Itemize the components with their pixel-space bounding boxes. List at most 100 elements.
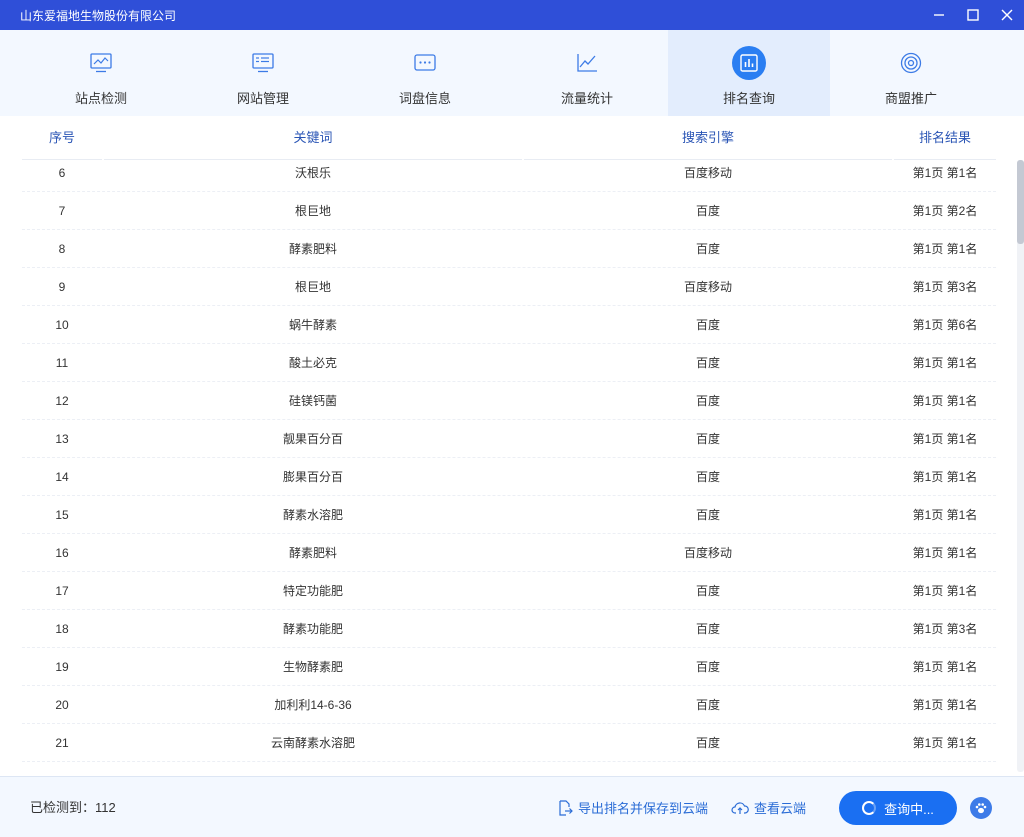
- cell-result: 第1页 第1名: [912, 546, 978, 560]
- cell-result: 第1页 第3名: [912, 622, 978, 636]
- cell-index: 20: [55, 698, 69, 712]
- table-row[interactable]: 11 酸土必克 百度 第1页 第1名: [22, 344, 996, 382]
- cell-result: 第1页 第1名: [912, 166, 978, 180]
- cell-index: 17: [55, 584, 69, 598]
- scrollbar-thumb[interactable]: [1017, 160, 1024, 244]
- cell-keyword: 酵素功能肥: [282, 622, 343, 636]
- cell-result: 第1页 第1名: [912, 242, 978, 256]
- line-chart-icon: [570, 46, 604, 80]
- tab-label: 商盟推广: [884, 91, 937, 106]
- minimize-button[interactable]: [922, 0, 956, 30]
- cloud-upload-icon: [731, 801, 749, 814]
- cell-result: 第1页 第1名: [912, 356, 978, 370]
- maximize-icon: [967, 9, 979, 21]
- tab-traffic-stats[interactable]: 流量统计: [506, 30, 668, 116]
- cell-index: 21: [55, 736, 69, 750]
- table-row[interactable]: 9 根巨地 百度移动 第1页 第3名: [22, 268, 996, 306]
- cell-keyword: 酸土必克: [288, 356, 337, 370]
- table-body: 6 沃根乐 百度移动 第1页 第1名 7 根巨地 百度 第1页 第2名 8 酵素肥料 百度 第1页…: [22, 154, 996, 762]
- cell-index: 19: [55, 660, 69, 674]
- cell-engine: 百度: [695, 242, 720, 256]
- window-controls: [922, 0, 1024, 30]
- cell-index: 9: [58, 280, 66, 294]
- cell-keyword: 酵素肥料: [288, 242, 337, 256]
- website-panel-icon: [246, 46, 280, 80]
- tab-alliance-promo[interactable]: 商盟推广: [830, 30, 992, 116]
- cell-engine: 百度: [695, 432, 720, 446]
- table-row[interactable]: 13 靓果百分百 百度 第1页 第1名: [22, 420, 996, 458]
- table-row[interactable]: 18 酵素功能肥 百度 第1页 第3名: [22, 610, 996, 648]
- paw-icon: [975, 803, 987, 814]
- cell-result: 第1页 第1名: [912, 470, 978, 484]
- bar-chart-icon: [732, 46, 766, 80]
- table-row[interactable]: 10 蜗牛酵素 百度 第1页 第6名: [22, 306, 996, 344]
- chat-dots-icon: [408, 46, 442, 80]
- cell-keyword: 沃根乐: [294, 166, 331, 180]
- view-cloud-button[interactable]: 查看云端: [731, 777, 806, 837]
- export-rank-button[interactable]: 导出排名并保存到云端: [557, 777, 708, 837]
- cell-index: 6: [58, 166, 66, 180]
- cell-engine: 百度: [695, 470, 720, 484]
- cell-engine: 百度: [695, 736, 720, 750]
- close-button[interactable]: [990, 0, 1024, 30]
- cell-engine: 百度: [695, 318, 720, 332]
- cell-engine: 百度: [695, 508, 720, 522]
- footer-bar: 已检测到：112 导出排名并保存到云端 查看云端 查询中...: [0, 776, 1024, 837]
- cell-result: 第1页 第1名: [912, 508, 978, 522]
- tab-label: 流量统计: [560, 91, 613, 106]
- cell-engine: 百度移动: [683, 280, 732, 294]
- cell-keyword: 靓果百分百: [282, 432, 343, 446]
- cell-keyword: 蜗牛酵素: [288, 318, 337, 332]
- cell-engine: 百度: [695, 204, 720, 218]
- tab-website-manage[interactable]: 网站管理: [182, 30, 344, 116]
- query-button[interactable]: 查询中...: [839, 791, 957, 825]
- cell-result: 第1页 第2名: [912, 204, 978, 218]
- view-cloud-label: 查看云端: [754, 801, 807, 816]
- tab-label: 词盘信息: [398, 91, 451, 106]
- detected-count: 已检测到：112: [30, 800, 116, 815]
- table-row[interactable]: 14 膨果百分百 百度 第1页 第1名: [22, 458, 996, 496]
- cell-result: 第1页 第1名: [912, 736, 978, 750]
- cell-index: 15: [55, 508, 69, 522]
- table-row[interactable]: 19 生物酵素肥 百度 第1页 第1名: [22, 648, 996, 686]
- title-bar: 山东爱福地生物股份有限公司: [0, 0, 1024, 30]
- window-title: 山东爱福地生物股份有限公司: [20, 8, 177, 23]
- cell-engine: 百度移动: [683, 166, 732, 180]
- table-row[interactable]: 8 酵素肥料 百度 第1页 第1名: [22, 230, 996, 268]
- table-row[interactable]: 15 酵素水溶肥 百度 第1页 第1名: [22, 496, 996, 534]
- table-row[interactable]: 16 酵素肥料 百度移动 第1页 第1名: [22, 534, 996, 572]
- table-row[interactable]: 20 加利利14-6-36 百度 第1页 第1名: [22, 686, 996, 724]
- table-row[interactable]: 7 根巨地 百度 第1页 第2名: [22, 192, 996, 230]
- cell-keyword: 生物酵素肥: [282, 660, 343, 674]
- export-file-icon: [559, 799, 573, 816]
- tab-site-check[interactable]: 站点检测: [20, 30, 182, 116]
- main-nav: 站点检测 网站管理 词盘信息 流量统计 排名查询 商盟推广: [0, 30, 1024, 116]
- cell-result: 第1页 第1名: [912, 394, 978, 408]
- cell-engine: 百度: [695, 394, 720, 408]
- table-scrollbar[interactable]: [1017, 160, 1024, 772]
- minimize-icon: [934, 14, 944, 16]
- cell-engine: 百度: [695, 698, 720, 712]
- cell-result: 第1页 第1名: [912, 584, 978, 598]
- cell-keyword: 膨果百分百: [282, 470, 343, 484]
- cell-index: 10: [55, 318, 69, 332]
- table-row[interactable]: 17 特定功能肥 百度 第1页 第1名: [22, 572, 996, 610]
- cell-index: 16: [55, 546, 69, 560]
- tab-rank-query[interactable]: 排名查询: [668, 30, 830, 116]
- table-row[interactable]: 12 硅镁钙菌 百度 第1页 第1名: [22, 382, 996, 420]
- cell-index: 14: [55, 470, 69, 484]
- cell-index: 13: [55, 432, 69, 446]
- monitor-chart-icon: [84, 46, 118, 80]
- cell-keyword: 酵素肥料: [288, 546, 337, 560]
- cell-engine: 百度: [695, 660, 720, 674]
- cell-engine: 百度: [695, 584, 720, 598]
- maximize-button[interactable]: [956, 0, 990, 30]
- table-row[interactable]: 6 沃根乐 百度移动 第1页 第1名: [22, 154, 996, 192]
- paw-button[interactable]: [970, 797, 992, 819]
- close-icon: [1001, 9, 1013, 21]
- cell-keyword: 加利利14-6-36: [274, 698, 352, 712]
- tab-word-info[interactable]: 词盘信息: [344, 30, 506, 116]
- cell-index: 12: [55, 394, 69, 408]
- cell-keyword: 根巨地: [294, 280, 331, 294]
- table-row[interactable]: 21 云南酵素水溶肥 百度 第1页 第1名: [22, 724, 996, 762]
